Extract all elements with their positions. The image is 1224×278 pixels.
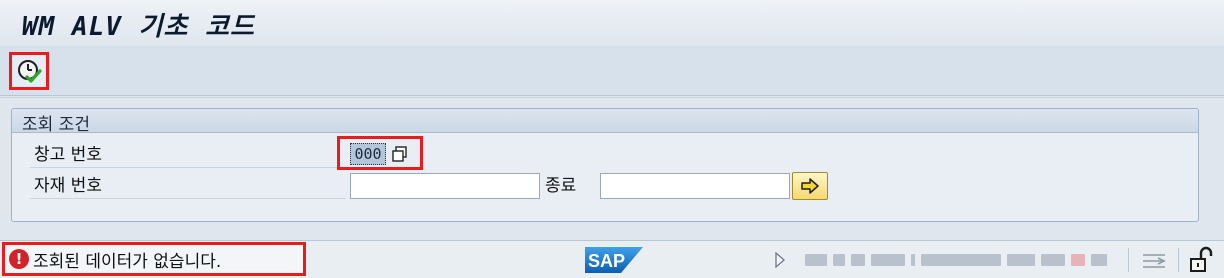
system-field: [1071, 254, 1085, 266]
status-message-text: 조회된 데이터가 없습니다.: [33, 251, 222, 272]
warehouse-number-field[interactable]: 000: [350, 143, 386, 165]
multiple-selection-button[interactable]: [792, 172, 828, 200]
system-field: [911, 254, 915, 266]
system-field: [1007, 254, 1035, 266]
application-toolbar: [0, 46, 1224, 96]
unlock-icon[interactable]: [1188, 246, 1214, 274]
execute-button[interactable]: [9, 52, 49, 90]
system-field: [1041, 254, 1065, 266]
error-icon: !: [9, 249, 29, 269]
group-title: 조회 조건: [22, 115, 90, 135]
overwrite-mode-icon[interactable]: [1140, 251, 1168, 271]
system-info-fields: [805, 251, 1120, 269]
status-message[interactable]: ! 조회된 데이터가 없습니다.: [2, 242, 306, 276]
sap-logo: SAP: [585, 247, 643, 273]
copy-icon[interactable]: [390, 144, 410, 164]
material-from-input[interactable]: [350, 173, 540, 199]
warehouse-number-label: 창고 번호: [30, 142, 346, 168]
system-field: [833, 254, 845, 266]
system-field: [871, 254, 905, 266]
title-bar: WM ALV 기초 코드: [0, 0, 1224, 46]
system-field: [851, 254, 865, 266]
group-header: 조회 조건: [12, 109, 1198, 135]
material-to-input[interactable]: [600, 173, 790, 199]
status-divider: [1128, 248, 1129, 272]
material-number-label: 자재 번호: [30, 173, 346, 199]
to-label: 종료: [545, 176, 577, 196]
system-field: [921, 254, 1001, 266]
multiple-selection-arrow-icon: [801, 178, 819, 194]
system-field: [805, 254, 827, 266]
sap-logo-text: SAP: [588, 251, 625, 271]
copy-glyph-icon: [392, 146, 407, 162]
page-title: WM ALV 기초 코드: [22, 12, 255, 42]
system-field: [1091, 254, 1107, 266]
execute-clock-check-icon: [18, 60, 42, 83]
status-divider: [1178, 248, 1179, 272]
system-info-toggle-icon[interactable]: [774, 251, 786, 269]
